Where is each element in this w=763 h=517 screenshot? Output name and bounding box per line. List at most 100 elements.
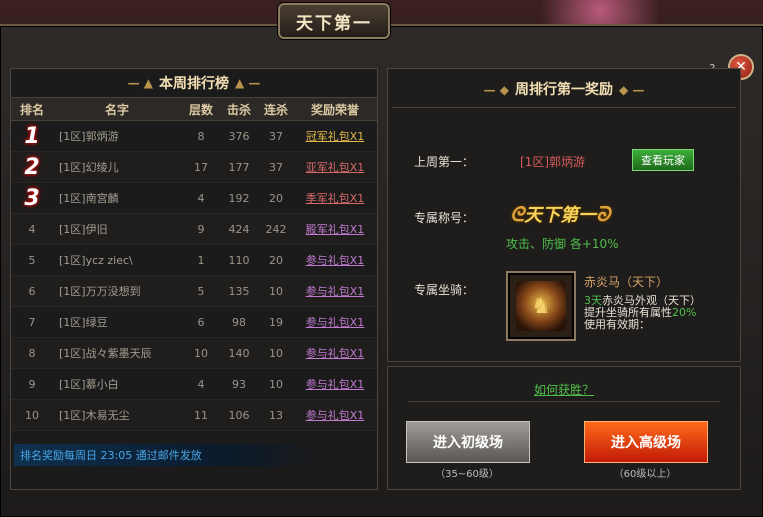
rank-cell: 2 [24, 154, 40, 180]
award-link[interactable]: 冠军礼包X1 [295, 128, 375, 144]
kills-cell: 192 [228, 191, 250, 205]
player-name[interactable]: [1区]战々紫墨天辰 [53, 345, 181, 361]
floor-cell: 6 [197, 315, 205, 329]
award-link[interactable]: 参与礼包X1 [295, 376, 375, 392]
reward-title: — ◆ 周排行第一奖励 ◆ — [483, 82, 645, 98]
player-name[interactable]: [1区]万万没想到 [53, 283, 181, 299]
table-row: 2 [1区]幻绫儿 17 177 37 亚军礼包X1 [11, 152, 377, 183]
weekly-ranking-panel: — ▲ 本周排行榜 ▲ — 排名 名字 层数 击杀 连杀 奖励荣誉 1 [1区]… [10, 68, 378, 490]
reward-title-text: 周排行第一奖励 [515, 82, 613, 98]
player-name[interactable]: [1区]慕小白 [53, 376, 181, 392]
enter-arena-panel: 如何获胜？ 进入初级场 （35~60级） 进入高级场 （60级以上） [387, 366, 741, 490]
table-row: 4 [1区]伊旧 9 424 242 殿军礼包X1 [11, 214, 377, 245]
kills-cell: 177 [228, 160, 250, 174]
floor-cell: 4 [197, 377, 205, 391]
table-row: 3 [1区]南宫麟 4 192 20 季军礼包X1 [11, 183, 377, 214]
ranking-table-body: 1 [1区]郭炳游 8 376 37 冠军礼包X1 2 [1区]幻绫儿 17 1… [11, 121, 377, 431]
col-rank: 排名 [19, 102, 44, 117]
rank-cell: 6 [28, 284, 36, 298]
table-row: 9 [1区]慕小白 4 93 10 参与礼包X1 [11, 369, 377, 400]
award-link[interactable]: 亚军礼包X1 [295, 159, 375, 175]
floor-cell: 10 [194, 346, 208, 360]
player-name[interactable]: [1区]伊旧 [53, 221, 181, 237]
table-row: 6 [1区]万万没想到 5 135 10 参与礼包X1 [11, 276, 377, 307]
col-name: 名字 [104, 102, 129, 117]
kills-cell: 135 [228, 284, 250, 298]
streak-cell: 19 [269, 315, 283, 329]
enter-beginner-arena-button[interactable]: 进入初级场 [406, 421, 530, 463]
player-name[interactable]: [1区]郭炳游 [53, 128, 181, 144]
player-name[interactable]: [1区]绿豆 [53, 314, 181, 330]
floor-cell: 1 [197, 253, 205, 267]
kills-cell: 110 [228, 253, 250, 267]
table-row: 7 [1区]绿豆 6 98 19 参与礼包X1 [11, 307, 377, 338]
rank-cell: 9 [28, 377, 36, 391]
rank-cell: 7 [28, 315, 36, 329]
title-badge-text: 天下第一 [524, 205, 597, 226]
floor-cell: 4 [197, 191, 205, 205]
beginner-level-range: （35~60级） [435, 469, 499, 480]
streak-cell: 242 [265, 222, 287, 236]
player-name[interactable]: [1区]南宫麟 [53, 190, 181, 206]
award-link[interactable]: 殿军礼包X1 [295, 221, 375, 237]
divider [392, 107, 736, 108]
col-streak: 连杀 [263, 102, 288, 117]
kills-cell: 106 [228, 408, 250, 422]
player-name[interactable]: [1区]木易无尘 [53, 407, 181, 423]
title-bonus: 攻击、防御 各+10% [506, 237, 619, 251]
rank-cell: 8 [28, 346, 36, 360]
kills-cell: 376 [228, 129, 250, 143]
streak-cell: 10 [269, 377, 283, 391]
player-name[interactable]: [1区]幻绫儿 [53, 159, 181, 175]
award-link[interactable]: 参与礼包X1 [295, 283, 375, 299]
col-kills: 击杀 [226, 102, 251, 117]
award-link[interactable]: 参与礼包X1 [295, 252, 375, 268]
table-row: 10 [1区]木易无尘 11 106 13 参与礼包X1 [11, 400, 377, 431]
mount-description: 3天赤炎马外观（天下） 提升坐骑所有属性20% 使用有效期： [584, 295, 734, 331]
streak-cell: 37 [269, 129, 283, 143]
player-name[interactable]: [1区]ycz ziec\ [53, 252, 181, 268]
ranking-title-text: 本周排行榜 [159, 76, 229, 92]
streak-cell: 10 [269, 284, 283, 298]
kills-cell: 98 [232, 315, 246, 329]
last-week-label: 上周第一： [414, 155, 475, 169]
rank-cell: 10 [25, 408, 39, 422]
table-row: 1 [1区]郭炳游 8 376 37 冠军礼包X1 [11, 121, 377, 152]
mount-bonus-pct: 20% [672, 306, 697, 319]
award-link[interactable]: 参与礼包X1 [295, 345, 375, 361]
last-week-player[interactable]: [1区]郭炳游 [520, 153, 585, 170]
floor-cell: 8 [197, 129, 205, 143]
rank-cell: 4 [28, 222, 36, 236]
exclusive-title-badge: ᘓ 天下第一 ᘐ [510, 199, 610, 229]
mount-label: 专属坐骑： [414, 283, 475, 297]
enter-advanced-arena-button[interactable]: 进入高级场 [584, 421, 708, 463]
horse-mount-icon: ♞ [516, 281, 566, 331]
title-swirl-icon: ᘓ [510, 202, 525, 226]
title-swirl-icon: ᘐ [596, 202, 611, 226]
mount-desc-line3: 使用有效期： [584, 318, 650, 331]
streak-cell: 13 [269, 408, 283, 422]
ranking-footer-note: 排名奖励每周日 23:05 通过邮件发放 [14, 444, 320, 466]
streak-cell: 37 [269, 160, 283, 174]
how-to-win-link[interactable]: 如何获胜？ [388, 381, 740, 398]
ranking-window: ? ✕ — ▲ 本周排行榜 ▲ — 排名 名字 层数 击杀 连杀 奖励荣誉 1 … [0, 24, 763, 517]
mount-slot[interactable]: ♞ [506, 271, 576, 341]
streak-cell: 10 [269, 346, 283, 360]
weekly-reward-panel: — ◆ 周排行第一奖励 ◆ — 上周第一： [1区]郭炳游 查看玩家 专属称号： ᘓ… [387, 68, 741, 362]
floor-cell: 9 [197, 222, 205, 236]
streak-cell: 20 [269, 253, 283, 267]
award-link[interactable]: 季军礼包X1 [295, 190, 375, 206]
award-link[interactable]: 参与礼包X1 [295, 407, 375, 423]
mount-name: 赤炎马（天下） [584, 275, 669, 289]
floor-cell: 5 [197, 284, 205, 298]
rank-cell: 1 [24, 123, 40, 149]
floor-cell: 11 [194, 408, 208, 422]
ranking-title: — ▲ 本周排行榜 ▲ — [11, 69, 377, 97]
title-label: 专属称号： [414, 211, 475, 225]
advanced-level-range: （60级以上） [613, 469, 677, 480]
rank-cell: 5 [28, 253, 36, 267]
view-player-button[interactable]: 查看玩家 [632, 149, 694, 171]
award-link[interactable]: 参与礼包X1 [295, 314, 375, 330]
table-row: 5 [1区]ycz ziec\ 1 110 20 参与礼包X1 [11, 245, 377, 276]
kills-cell: 93 [232, 377, 246, 391]
